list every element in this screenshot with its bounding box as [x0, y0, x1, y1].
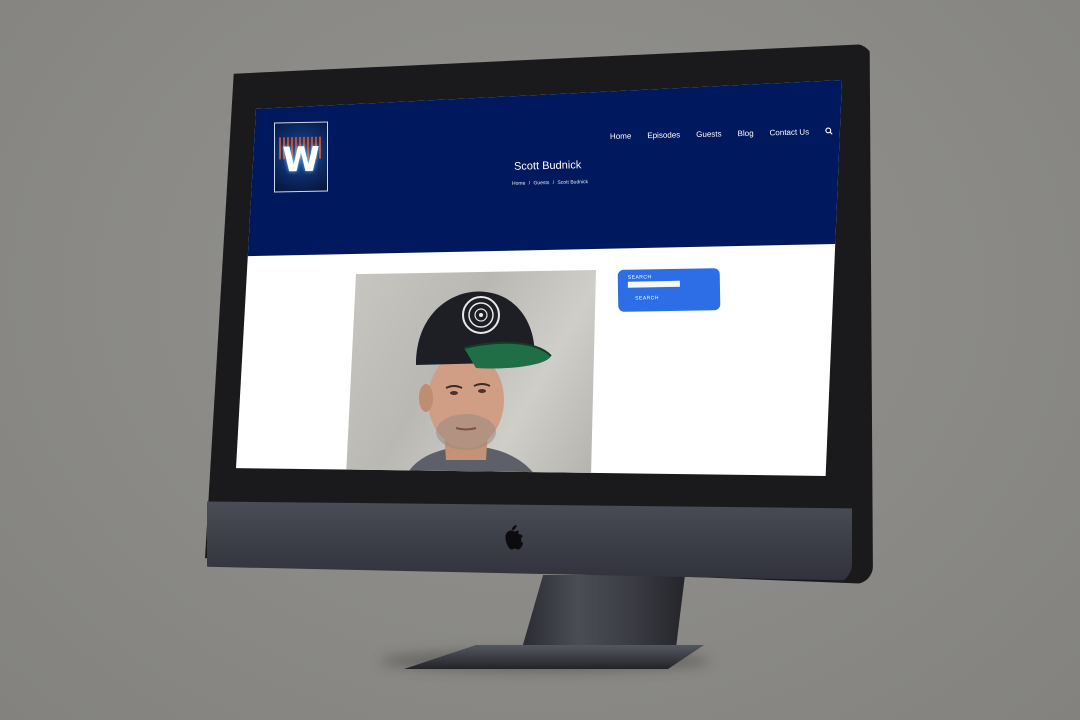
- nav-item-episodes[interactable]: Episodes: [647, 130, 680, 140]
- breadcrumb-separator: /: [528, 180, 531, 187]
- search-label: SEARCH: [627, 274, 652, 281]
- guest-photo: [346, 270, 596, 476]
- search-icon[interactable]: [825, 127, 833, 135]
- search-button[interactable]: SEARCH: [628, 293, 666, 304]
- search-widget: SEARCH SEARCH: [617, 268, 721, 312]
- breadcrumb-home[interactable]: Home: [512, 181, 525, 187]
- monitor-stand-neck: [520, 575, 685, 655]
- nav-item-blog[interactable]: Blog: [737, 129, 753, 138]
- logo-letter: W: [282, 139, 320, 181]
- monitor-stand-base: [404, 645, 704, 669]
- site-logo[interactable]: W: [274, 121, 328, 193]
- monitor-chin: [207, 501, 852, 581]
- mockup-stage: W Home Episodes Guests Blog Contact Us S…: [0, 0, 1080, 720]
- breadcrumb-separator: /: [552, 179, 555, 186]
- browser-viewport: W Home Episodes Guests Blog Contact Us S…: [236, 80, 842, 476]
- breadcrumb-guests[interactable]: Guests: [533, 180, 549, 186]
- page-title: Scott Budnick: [513, 159, 582, 173]
- apple-icon: [505, 525, 524, 550]
- search-input[interactable]: [627, 280, 680, 288]
- nav-item-contact-us[interactable]: Contact Us: [769, 127, 809, 137]
- nav-item-guests[interactable]: Guests: [696, 129, 722, 139]
- nav-item-home[interactable]: Home: [610, 132, 632, 141]
- breadcrumb-current: Scott Budnick: [557, 179, 589, 186]
